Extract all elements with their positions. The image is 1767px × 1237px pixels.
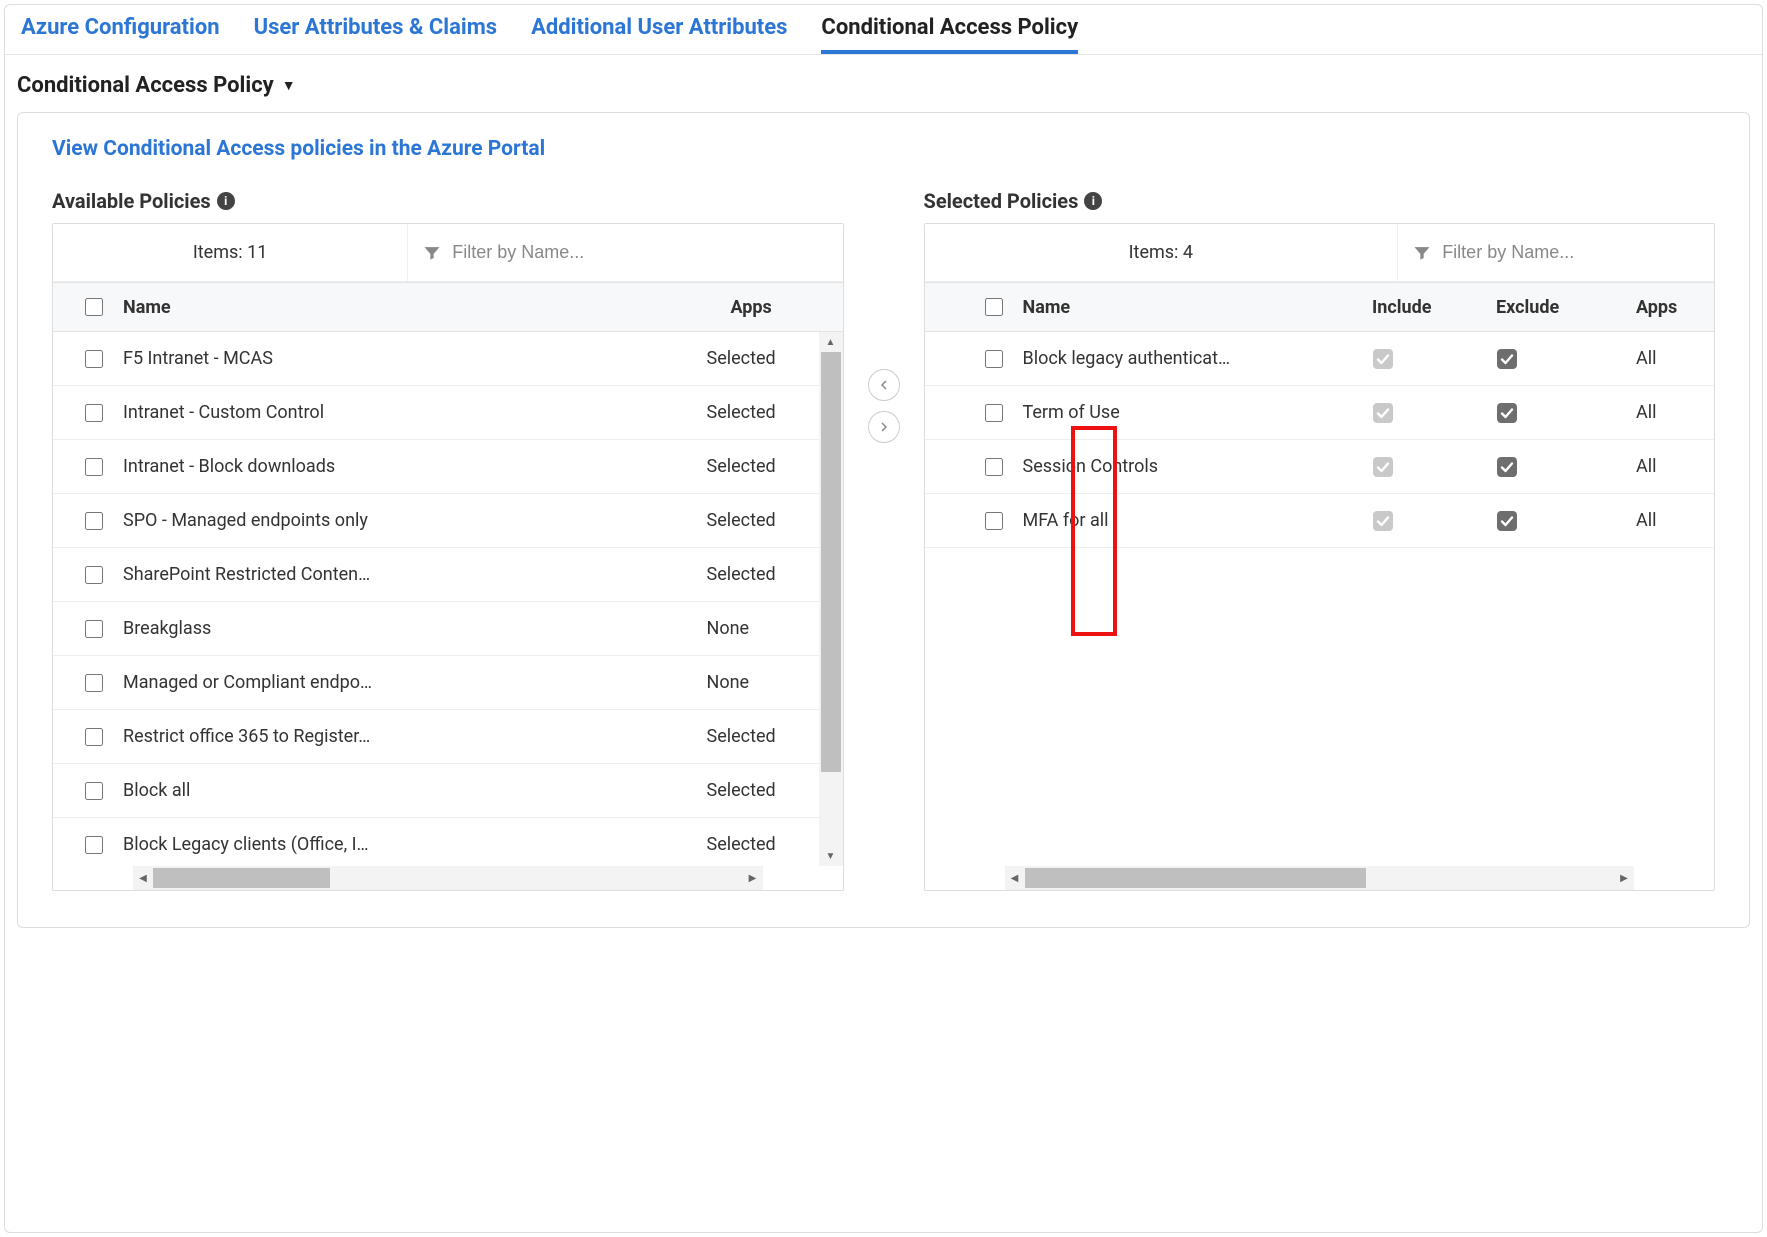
col-header-name[interactable]: Name (115, 297, 723, 318)
policy-name: Term of Use (1015, 402, 1373, 423)
policy-apps: None (699, 672, 819, 693)
row-checkbox[interactable] (85, 836, 103, 854)
tab-0[interactable]: Azure Configuration (21, 15, 220, 54)
row-checkbox[interactable] (85, 350, 103, 368)
available-row[interactable]: SPO - Managed endpoints onlySelected (53, 494, 819, 548)
info-icon[interactable]: i (1084, 192, 1102, 210)
vertical-scrollbar[interactable]: ▲ ▼ (819, 332, 843, 866)
policy-apps: Selected (699, 348, 819, 369)
row-checkbox[interactable] (85, 674, 103, 692)
col-header-exclude[interactable]: Exclude (1496, 297, 1636, 318)
azure-portal-link[interactable]: View Conditional Access policies in the … (52, 137, 545, 161)
row-checkbox[interactable] (85, 782, 103, 800)
row-checkbox[interactable] (85, 566, 103, 584)
selected-row[interactable]: Session Controls All (925, 440, 1715, 494)
policy-name: Session Controls (1015, 456, 1373, 477)
tab-3[interactable]: Conditional Access Policy (821, 15, 1078, 54)
policy-name: MFA for all (1015, 510, 1373, 531)
policy-name: F5 Intranet - MCAS (115, 348, 699, 369)
row-checkbox[interactable] (85, 512, 103, 530)
available-filter-input[interactable] (452, 242, 828, 263)
policy-apps: Selected (699, 726, 819, 747)
policy-apps: None (699, 618, 819, 639)
available-select-all[interactable] (85, 298, 103, 316)
available-row[interactable]: Intranet - Block downloadsSelected (53, 440, 819, 494)
policy-name: Block all (115, 780, 699, 801)
chevron-down-icon: ▼ (282, 77, 296, 94)
available-row[interactable]: Block allSelected (53, 764, 819, 818)
exclude-checkbox[interactable] (1496, 402, 1636, 424)
policy-name: Block legacy authenticat… (1015, 348, 1373, 369)
horizontal-scrollbar[interactable]: ◀ ▶ (133, 866, 763, 890)
policy-apps: Selected (699, 564, 819, 585)
policy-apps: Selected (699, 780, 819, 801)
selected-row[interactable]: Term of Use All (925, 386, 1715, 440)
info-icon[interactable]: i (217, 192, 235, 210)
selected-policies-title: Selected Policies i (924, 189, 1716, 213)
filter-icon (1412, 243, 1432, 263)
move-right-button[interactable] (868, 411, 900, 443)
policy-apps: Selected (699, 456, 819, 477)
include-checkbox[interactable] (1372, 348, 1496, 370)
policy-apps: All (1636, 348, 1714, 369)
tab-1[interactable]: User Attributes & Claims (254, 15, 497, 54)
policy-apps: Selected (699, 402, 819, 423)
policy-name: SharePoint Restricted Conten… (115, 564, 699, 585)
selected-items-count: Items: 4 (925, 224, 1399, 281)
col-header-include[interactable]: Include (1372, 297, 1496, 318)
selected-row[interactable]: MFA for all All (925, 494, 1715, 548)
row-checkbox[interactable] (85, 620, 103, 638)
row-checkbox[interactable] (985, 404, 1003, 422)
include-checkbox[interactable] (1372, 402, 1496, 424)
policy-name: SPO - Managed endpoints only (115, 510, 699, 531)
section-title: Conditional Access Policy (17, 73, 274, 98)
available-row[interactable]: SharePoint Restricted Conten…Selected (53, 548, 819, 602)
available-row[interactable]: Managed or Compliant endpo…None (53, 656, 819, 710)
policy-apps: All (1636, 456, 1714, 477)
policy-apps: Selected (699, 510, 819, 531)
col-header-apps[interactable]: Apps (723, 297, 843, 318)
row-checkbox[interactable] (85, 458, 103, 476)
policy-name: Block Legacy clients (Office, I… (115, 834, 699, 855)
horizontal-scrollbar[interactable]: ◀ ▶ (1005, 866, 1635, 890)
selected-select-all[interactable] (985, 298, 1003, 316)
tab-bar: Azure Configuration User Attributes & Cla… (5, 5, 1762, 55)
policy-name: Breakglass (115, 618, 699, 639)
policy-name: Intranet - Custom Control (115, 402, 699, 423)
available-row[interactable]: F5 Intranet - MCASSelected (53, 332, 819, 386)
col-header-name[interactable]: Name (1015, 297, 1373, 318)
filter-icon (422, 243, 442, 263)
policy-apps: All (1636, 510, 1714, 531)
tab-2[interactable]: Additional User Attributes (531, 15, 787, 54)
move-left-button[interactable] (868, 369, 900, 401)
row-checkbox[interactable] (985, 458, 1003, 476)
exclude-checkbox[interactable] (1496, 456, 1636, 478)
available-policies-title: Available Policies i (52, 189, 844, 213)
selected-filter-input[interactable] (1442, 242, 1700, 263)
policy-apps: All (1636, 402, 1714, 423)
policy-name: Managed or Compliant endpo… (115, 672, 699, 693)
row-checkbox[interactable] (985, 512, 1003, 530)
col-header-apps[interactable]: Apps (1636, 297, 1714, 318)
available-row[interactable]: Block Legacy clients (Office, I…Selected (53, 818, 819, 866)
available-row[interactable]: BreakglassNone (53, 602, 819, 656)
exclude-checkbox[interactable] (1496, 510, 1636, 532)
available-row[interactable]: Restrict office 365 to Register…Selected (53, 710, 819, 764)
include-checkbox[interactable] (1372, 456, 1496, 478)
row-checkbox[interactable] (85, 404, 103, 422)
exclude-checkbox[interactable] (1496, 348, 1636, 370)
include-checkbox[interactable] (1372, 510, 1496, 532)
policy-name: Intranet - Block downloads (115, 456, 699, 477)
available-items-count: Items: 11 (53, 224, 408, 281)
policy-apps: Selected (699, 834, 819, 855)
selected-row[interactable]: Block legacy authenticat… All (925, 332, 1715, 386)
section-header[interactable]: Conditional Access Policy ▼ (5, 55, 1762, 112)
row-checkbox[interactable] (85, 728, 103, 746)
available-row[interactable]: Intranet - Custom ControlSelected (53, 386, 819, 440)
row-checkbox[interactable] (985, 350, 1003, 368)
policy-name: Restrict office 365 to Register… (115, 726, 699, 747)
